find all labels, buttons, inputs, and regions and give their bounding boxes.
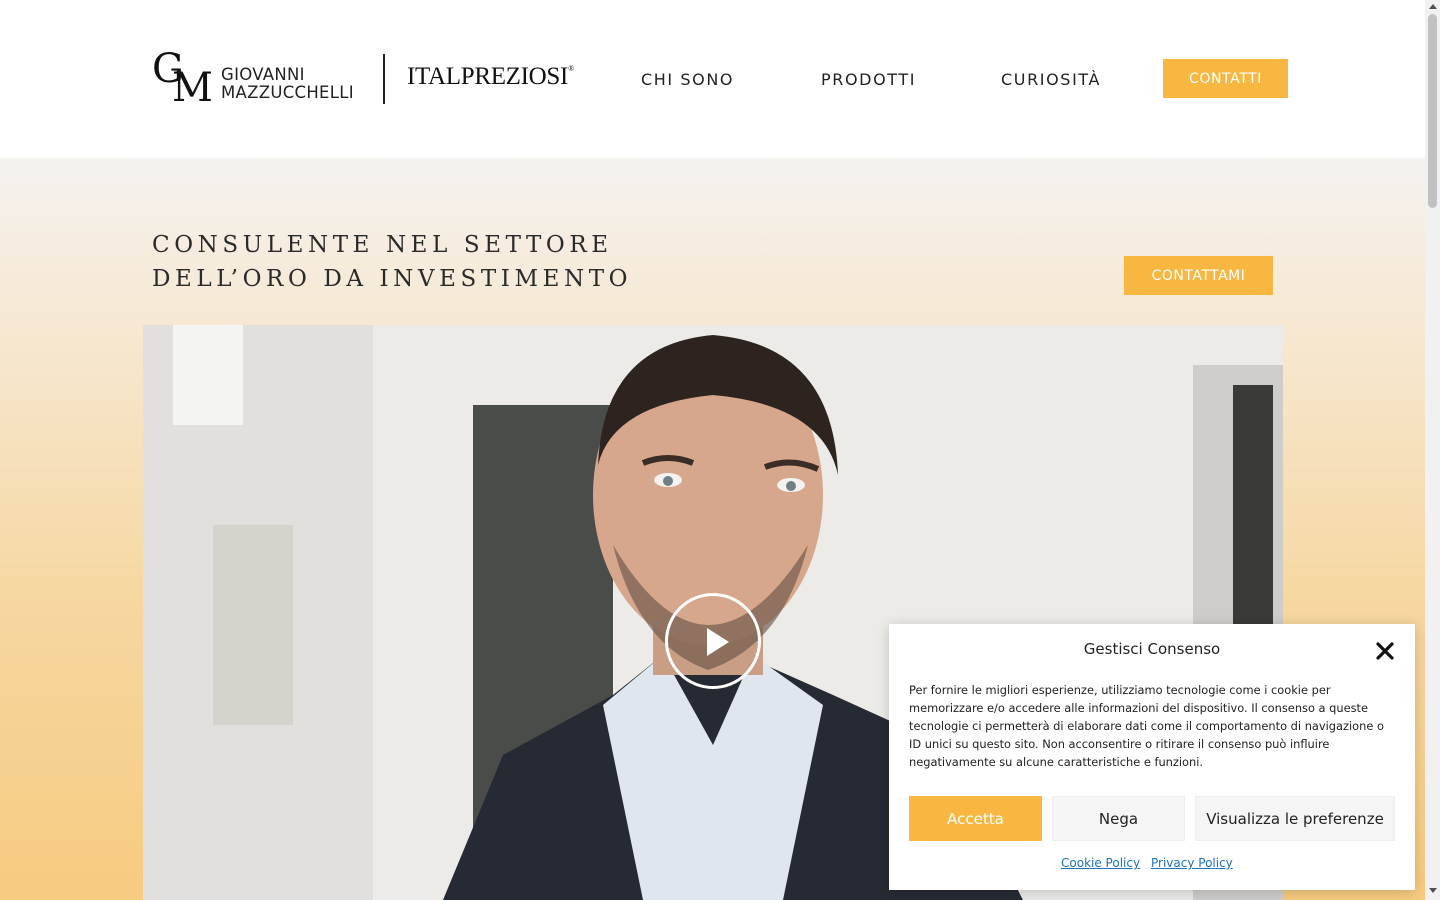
close-icon[interactable] — [1374, 640, 1396, 662]
accept-button[interactable]: Accetta — [909, 796, 1042, 841]
logo-divider — [383, 54, 385, 104]
logo-name-first: GIOVANNI — [221, 65, 305, 84]
site-header: G M GIOVANNI MAZZUCCHELLI ITALPREZIOSI® … — [0, 0, 1425, 158]
cookie-dialog-title: Gestisci Consenso — [1083, 640, 1221, 658]
nav-prodotti[interactable]: PRODOTTI — [821, 70, 916, 89]
hero-title: CONSULENTE NEL SETTORE DELL’ORO DA INVES… — [152, 228, 632, 296]
deny-button[interactable]: Nega — [1052, 796, 1185, 841]
contatti-button[interactable]: CONTATTI — [1163, 59, 1288, 98]
gm-monogram-logo[interactable]: G M — [152, 48, 214, 104]
svg-text:M: M — [172, 65, 213, 104]
privacy-policy-link[interactable]: Privacy Policy — [1151, 856, 1233, 870]
cookie-policy-link[interactable]: Cookie Policy — [1061, 856, 1140, 870]
nav-chi-sono[interactable]: CHI SONO — [641, 70, 734, 89]
italpreziosi-wordmark: ITALPREZIOSI — [407, 63, 569, 90]
cookie-consent-dialog: Gestisci Consenso Per fornire le miglior… — [889, 624, 1415, 890]
registered-mark: ® — [568, 63, 574, 73]
hero-title-line1: CONSULENTE NEL SETTORE — [152, 232, 613, 258]
video-play-button[interactable] — [665, 593, 761, 689]
logo-name[interactable]: GIOVANNI MAZZUCCHELLI — [221, 66, 354, 102]
nav-curiosita[interactable]: CURIOSITÀ — [1001, 70, 1101, 89]
contattami-button[interactable]: CONTATTAMI — [1124, 256, 1273, 295]
hero-title-line2: DELL’ORO DA INVESTIMENTO — [152, 266, 633, 292]
scroll-up-icon[interactable] — [1429, 4, 1437, 9]
scrollbar-thumb[interactable] — [1428, 14, 1437, 208]
page-scrollbar[interactable] — [1425, 0, 1440, 900]
view-preferences-button[interactable]: Visualizza le preferenze — [1195, 796, 1395, 841]
logo-name-last: MAZZUCCHELLI — [221, 83, 354, 102]
cookie-dialog-text: Per fornire le migliori esperienze, util… — [909, 683, 1384, 769]
scroll-down-icon[interactable] — [1429, 888, 1437, 893]
italpreziosi-logo[interactable]: ITALPREZIOSI® — [407, 63, 574, 91]
